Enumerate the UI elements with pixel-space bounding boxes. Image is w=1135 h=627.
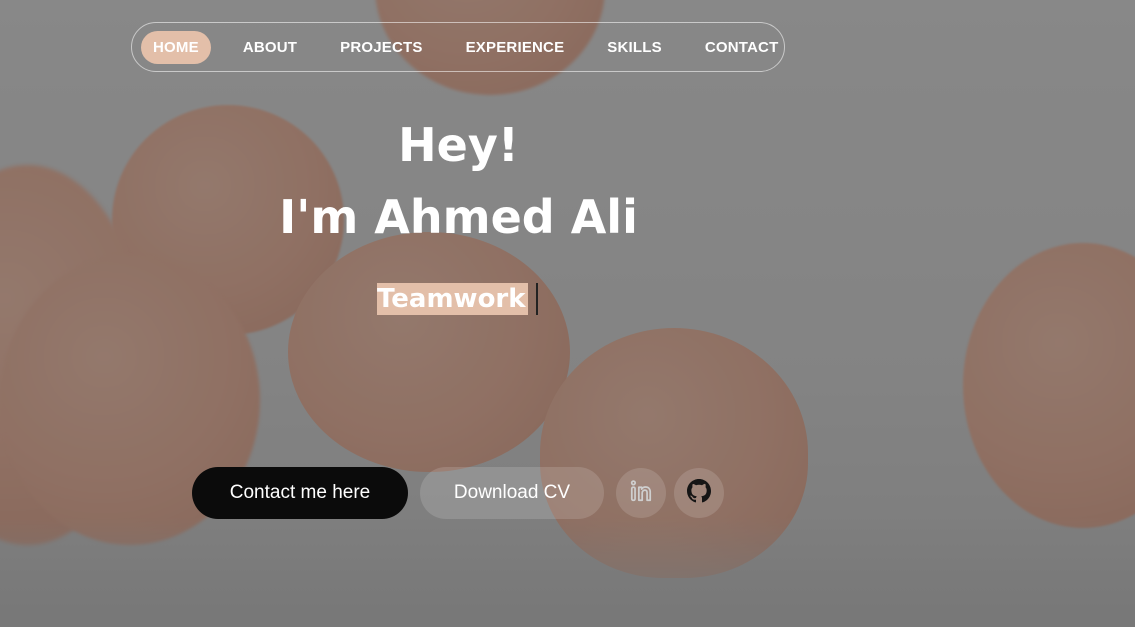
- linkedin-icon: [628, 478, 654, 508]
- nav-item-about[interactable]: ABOUT: [231, 31, 309, 64]
- main-nav: HOME ABOUT PROJECTS EXPERIENCE SKILLS CO…: [131, 22, 785, 72]
- download-cv-button[interactable]: Download CV: [420, 467, 604, 519]
- nav-item-projects[interactable]: PROJECTS: [328, 31, 434, 64]
- github-icon: [687, 479, 711, 507]
- hero-section: HOME ABOUT PROJECTS EXPERIENCE SKILLS CO…: [0, 0, 1135, 627]
- github-button[interactable]: [674, 468, 724, 518]
- nav-item-home[interactable]: HOME: [141, 30, 211, 64]
- linkedin-button[interactable]: [616, 468, 666, 518]
- typed-text: Teamwork: [377, 283, 538, 315]
- typing-caret: [535, 283, 538, 315]
- nav-item-skills[interactable]: SKILLS: [595, 31, 674, 64]
- nav-item-experience[interactable]: EXPERIENCE: [454, 31, 577, 64]
- typed-word: Teamwork: [377, 283, 528, 315]
- background-overlay: [0, 0, 1135, 627]
- contact-button[interactable]: Contact me here: [192, 467, 408, 519]
- nav-item-contact[interactable]: CONTACT: [693, 31, 791, 64]
- hero-name: I'm Ahmed Ali: [279, 190, 638, 244]
- hero-greeting: Hey!: [398, 118, 519, 172]
